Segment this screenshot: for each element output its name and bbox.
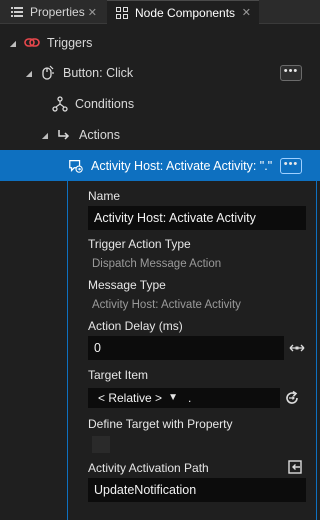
tree-item-button-click[interactable]: ◢ Button: Click ••• [0,58,320,88]
tree-item-conditions[interactable]: Conditions [0,89,320,119]
activity-activation-path-field[interactable]: UpdateNotification [88,478,306,502]
tab-node-components[interactable]: Node Components ✕ [107,0,259,24]
mouse-click-icon [40,65,56,81]
message-type-label: Message Type [88,278,166,292]
tab-properties-label: Properties [30,5,85,19]
tab-node-components-label: Node Components [135,5,236,20]
action-delay-label: Action Delay (ms) [88,319,183,333]
bind-property-icon[interactable] [287,459,303,475]
expand-caret-icon[interactable]: ◢ [40,131,50,140]
tree-item-label: Activity Host: Activate Activity: "." [91,158,273,173]
expand-caret-icon[interactable]: ◢ [8,39,18,48]
action-properties-panel: Name Activity Host: Activate Activity Tr… [67,181,317,520]
define-target-label: Define Target with Property [88,417,233,431]
target-item-select-value: < Relative > [98,391,163,405]
activity-activation-path-label: Activity Activation Path [88,461,209,475]
condition-tree-icon [52,96,68,112]
message-type-value: Activity Host: Activate Activity [92,299,241,311]
name-label: Name [88,189,121,203]
tree-item-label: Conditions [75,97,135,111]
tree-item-actions[interactable]: ◢ Actions [0,120,320,150]
trigger-action-type-value: Dispatch Message Action [92,258,222,270]
drag-value-icon[interactable] [289,340,305,356]
close-icon[interactable]: ✕ [88,6,97,19]
target-path-field[interactable]: . [184,388,280,408]
more-options-button[interactable]: ••• [280,157,302,174]
tab-bar: Properties ✕ Node Components ✕ [0,0,320,24]
close-icon[interactable]: ✕ [242,6,251,19]
target-item-select[interactable]: < Relative > ▼ [88,388,184,408]
expand-caret-icon[interactable]: ◢ [24,69,34,78]
tab-properties[interactable]: Properties ✕ [0,0,105,24]
target-item-label: Target Item [88,368,149,382]
node-tree-icon [115,6,129,20]
action-arrow-icon [56,127,72,143]
tree-item-triggers[interactable]: ◢ Triggers [0,28,320,58]
message-action-icon [68,158,84,174]
action-delay-field[interactable]: 0 [88,336,284,360]
tree-item-label: Triggers [47,36,93,50]
list-icon [10,5,24,19]
name-field[interactable]: Activity Host: Activate Activity [88,206,306,230]
tree-item-label: Actions [79,128,120,142]
trigger-action-type-label: Trigger Action Type [88,237,191,251]
trigger-link-icon [24,35,40,51]
dropdown-arrow-icon: ▼ [168,392,178,403]
tree-item-activate-activity[interactable]: Activity Host: Activate Activity: "." ••… [0,150,320,181]
tree-item-label: Button: Click [63,66,134,80]
define-target-checkbox[interactable] [92,436,110,453]
reset-target-icon[interactable] [284,390,300,406]
more-options-button[interactable]: ••• [280,65,302,81]
